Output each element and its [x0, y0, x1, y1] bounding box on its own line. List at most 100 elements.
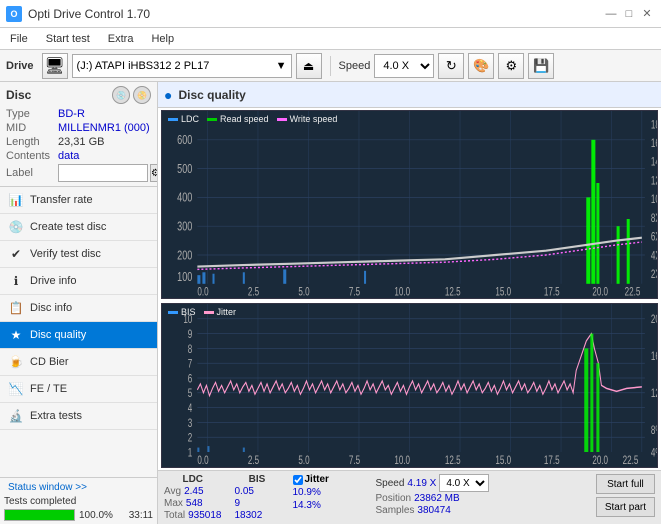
label-button[interactable]: ⚙ — [150, 164, 158, 182]
toolbar: Drive 🖥 (J:) ATAPI iHBS312 2 PL17 ▼ ⏏ Sp… — [0, 50, 661, 82]
sidebar-item-disc-info[interactable]: 📋 Disc info — [0, 295, 157, 322]
disc-type-label: Type — [6, 108, 58, 120]
svg-text:2.5: 2.5 — [248, 286, 260, 298]
refresh-button[interactable]: ↻ — [438, 53, 464, 79]
status-bar: Status window >> Tests completed 100.0% … — [0, 477, 157, 524]
disc-section-label: Disc — [6, 88, 31, 102]
cd-bier-icon: 🍺 — [8, 354, 24, 370]
svg-text:5.0: 5.0 — [298, 455, 310, 467]
stats-speed-col: Speed 4.19 X 4.0 X 8.0 X Max Position 23… — [376, 474, 490, 516]
disc-mid-label: MID — [6, 122, 58, 134]
svg-text:16%: 16% — [651, 351, 657, 364]
legend-ldc: LDC — [168, 114, 199, 124]
drive-label: Drive — [6, 60, 34, 72]
sidebar-item-drive-info[interactable]: ℹ Drive info — [0, 268, 157, 295]
stats-ldc-col: LDC Avg 2.45 Max 548 Total 935018 — [164, 474, 222, 521]
maximize-button[interactable]: □ — [621, 6, 637, 22]
svg-text:2: 2 — [188, 432, 193, 445]
svg-text:9: 9 — [188, 329, 193, 342]
titlebar-left: O Opti Drive Control 1.70 — [6, 6, 150, 22]
eject-button[interactable]: ⏏ — [296, 53, 322, 79]
menu-extra[interactable]: Extra — [104, 32, 138, 46]
svg-text:20.0: 20.0 — [592, 455, 608, 467]
svg-text:12%: 12% — [651, 388, 657, 401]
create-test-disc-icon: 💿 — [8, 219, 24, 235]
chart-top-legend: LDC Read speed Write speed — [168, 114, 337, 124]
legend-bis-label: BIS — [181, 307, 196, 317]
close-button[interactable]: ✕ — [639, 6, 655, 22]
svg-text:16X: 16X — [651, 138, 657, 151]
svg-text:7: 7 — [188, 358, 193, 371]
start-full-button[interactable]: Start full — [596, 474, 655, 494]
svg-text:3: 3 — [188, 418, 193, 431]
disc-length-value: 23,31 GB — [58, 136, 104, 148]
sidebar-item-create-test-disc[interactable]: 💿 Create test disc — [0, 214, 157, 241]
svg-text:300: 300 — [177, 220, 192, 234]
speed-header-row: Speed 4.19 X 4.0 X 8.0 X Max — [376, 474, 490, 492]
svg-text:6X: 6X — [651, 231, 657, 244]
action-buttons: Start full Start part — [596, 474, 655, 517]
minimize-button[interactable]: — — [603, 6, 619, 22]
sidebar-item-extra-tests[interactable]: 🔬 Extra tests — [0, 403, 157, 430]
nav-label-disc-info: Disc info — [30, 302, 72, 314]
svg-text:20.0: 20.0 — [592, 286, 608, 298]
svg-text:5: 5 — [188, 388, 193, 401]
titlebar: O Opti Drive Control 1.70 — □ ✕ — [0, 0, 661, 28]
legend-ldc-label: LDC — [181, 114, 199, 124]
sidebar-item-disc-quality[interactable]: ★ Disc quality — [0, 322, 157, 349]
speed-select-small[interactable]: 4.0 X 8.0 X Max — [439, 474, 489, 492]
drive-info-icon: ℹ — [8, 273, 24, 289]
drive-select[interactable]: (J:) ATAPI iHBS312 2 PL17 ▼ — [72, 54, 292, 78]
chart-bottom-svg: 10 9 8 7 6 5 4 3 2 1 20% 16% 12% 8% 4% — [162, 304, 657, 467]
disc-icon2: 📀 — [133, 86, 151, 104]
nav-label-transfer-rate: Transfer rate — [30, 194, 93, 206]
charts-area: LDC Read speed Write speed — [158, 108, 661, 470]
start-part-button[interactable]: Start part — [596, 497, 655, 517]
color-button[interactable]: 🎨 — [468, 53, 494, 79]
svg-text:14X: 14X — [651, 156, 657, 169]
menu-help[interactable]: Help — [147, 32, 178, 46]
settings-button[interactable]: ⚙ — [498, 53, 524, 79]
menu-start-test[interactable]: Start test — [42, 32, 94, 46]
position-row: Position 23862 MB — [376, 493, 490, 504]
save-button[interactable]: 💾 — [528, 53, 554, 79]
disc-contents-label: Contents — [6, 150, 58, 162]
transfer-rate-icon: 📊 — [8, 192, 24, 208]
stats-jitter-col: Jitter 10.9% 14.3% — [293, 474, 363, 511]
sidebar-item-verify-test-disc[interactable]: ✔ Verify test disc — [0, 241, 157, 268]
menu-file[interactable]: File — [6, 32, 32, 46]
svg-text:17.5: 17.5 — [544, 455, 560, 467]
sidebar-item-transfer-rate[interactable]: 📊 Transfer rate — [0, 187, 157, 214]
jitter-header-row: Jitter — [293, 474, 363, 485]
disc-header-icons: 💿 📀 — [112, 86, 151, 104]
nav-label-disc-quality: Disc quality — [30, 329, 86, 341]
status-window-button[interactable]: Status window >> — [4, 481, 153, 494]
chart-bottom: BIS Jitter — [161, 303, 658, 468]
avg-jitter-value: 10.9% — [293, 487, 321, 498]
svg-text:10X: 10X — [651, 194, 657, 207]
drive-dropdown-icon: ▼ — [276, 60, 287, 72]
sidebar-item-cd-bier[interactable]: 🍺 CD Bier — [0, 349, 157, 376]
total-ldc-value: 935018 — [188, 510, 221, 521]
drive-value: (J:) ATAPI iHBS312 2 PL17 — [77, 60, 273, 72]
disc-length-row: Length 23,31 GB — [6, 136, 151, 148]
avg-ldc-row: Avg 2.45 — [164, 486, 222, 497]
drive-icon-btn[interactable]: 🖥 — [42, 53, 68, 79]
jitter-checkbox[interactable] — [293, 475, 303, 485]
label-input[interactable] — [58, 164, 148, 182]
stats-bis-col: BIS 0.05 9 18302 — [235, 474, 280, 521]
svg-text:17.5: 17.5 — [544, 286, 560, 298]
speed-select[interactable]: 4.0 X 8.0 X Max — [374, 54, 434, 78]
svg-text:6: 6 — [188, 373, 193, 386]
svg-text:15.0: 15.0 — [495, 286, 511, 298]
legend-bis: BIS — [168, 307, 196, 317]
ldc-header: LDC — [164, 474, 222, 485]
total-bis-row: 18302 — [235, 510, 280, 521]
svg-text:2X: 2X — [651, 269, 657, 282]
svg-text:0.0: 0.0 — [197, 286, 209, 298]
progress-time: 33:11 — [118, 510, 153, 521]
sidebar-item-fe-te[interactable]: 📉 FE / TE — [0, 376, 157, 403]
nav-label-create-test-disc: Create test disc — [30, 221, 106, 233]
disc-type-value: BD-R — [58, 108, 85, 120]
progress-bar-fill — [5, 510, 74, 520]
